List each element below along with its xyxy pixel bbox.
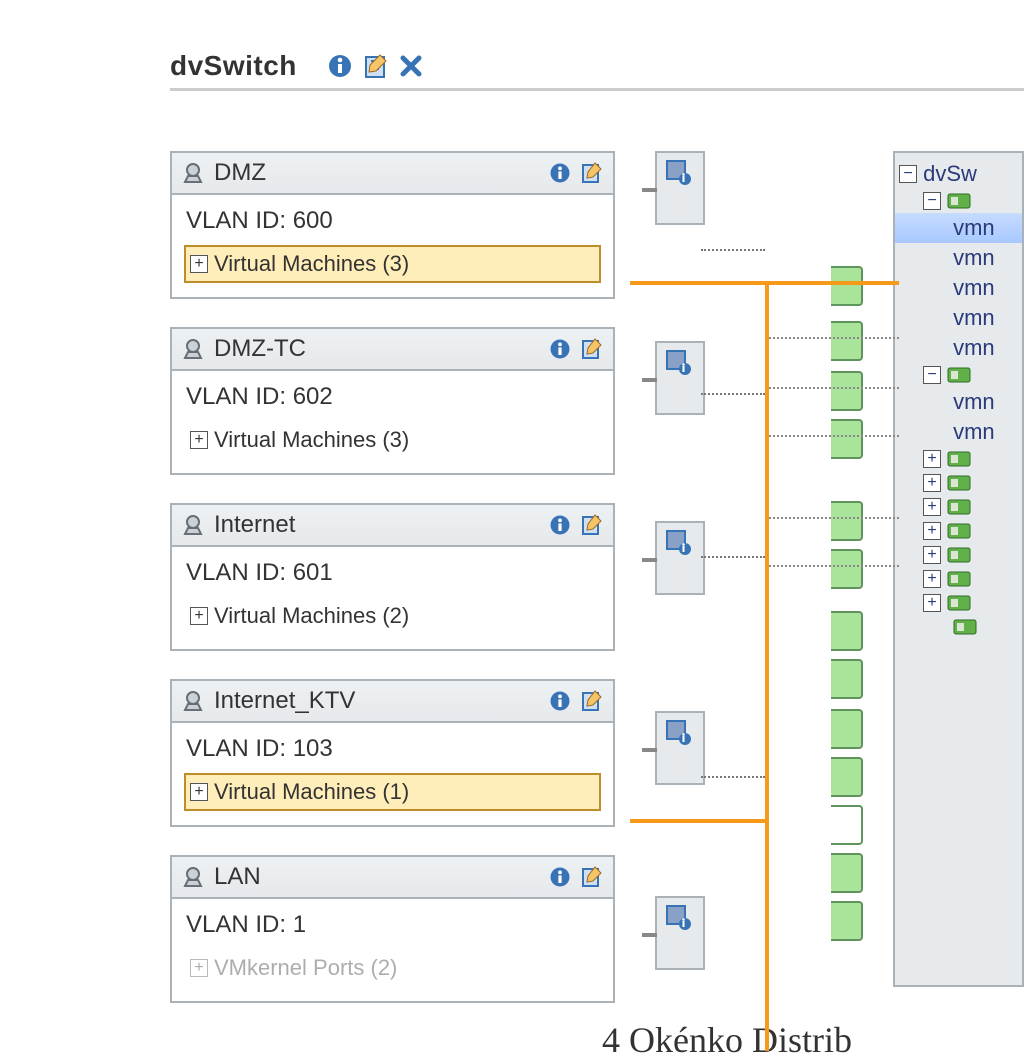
nic-icon: [947, 449, 973, 469]
vm-label: Virtual Machines (3): [214, 427, 409, 453]
tree-node[interactable]: +: [895, 471, 1022, 495]
topology-header: dvSwitch: [170, 50, 1024, 91]
tree-node[interactable]: vmn: [895, 243, 1022, 273]
tree-node[interactable]: vmn: [895, 213, 1022, 243]
vlan-label: VLAN ID: 601: [186, 559, 601, 587]
expand-icon[interactable]: +: [923, 474, 941, 492]
tree-node[interactable]: vmn: [895, 273, 1022, 303]
tree-node[interactable]: +: [895, 567, 1022, 591]
collapse-icon[interactable]: −: [923, 192, 941, 210]
portgroup-list: DMZ VLAN ID: 600 + Virtual Machines (3) …: [170, 151, 615, 1031]
tree-node[interactable]: −: [895, 363, 1022, 387]
expand-icon[interactable]: +: [923, 570, 941, 588]
vm-row[interactable]: + Virtual Machines (3): [184, 245, 601, 283]
expand-icon[interactable]: +: [190, 255, 208, 273]
edit-icon[interactable]: [581, 866, 603, 888]
portgroup-icon: [182, 162, 204, 184]
nic-icon: [947, 593, 973, 613]
vm-label: Virtual Machines (3): [214, 251, 409, 277]
expand-icon[interactable]: +: [190, 431, 208, 449]
portgroup-card: DMZ-TC VLAN ID: 602 + Virtual Machines (…: [170, 327, 615, 475]
vm-label: VMkernel Ports (2): [214, 955, 397, 981]
info-icon[interactable]: [549, 514, 571, 536]
host-proxy-icon[interactable]: [665, 159, 691, 185]
portgroup-card: Internet VLAN ID: 601 + Virtual Machines…: [170, 503, 615, 651]
nic-icon: [947, 473, 973, 493]
info-icon[interactable]: [549, 338, 571, 360]
portgroup-icon: [182, 514, 204, 536]
host-proxy-icon[interactable]: [665, 719, 691, 745]
tree-root[interactable]: −dvSw: [895, 159, 1022, 189]
expand-icon[interactable]: +: [923, 594, 941, 612]
expand-icon[interactable]: +: [923, 522, 941, 540]
edit-icon[interactable]: [581, 690, 603, 712]
edit-icon[interactable]: [581, 338, 603, 360]
switch-title: dvSwitch: [170, 50, 297, 82]
tree-node[interactable]: vmn: [895, 333, 1022, 363]
portgroup-name: DMZ-TC: [214, 335, 539, 363]
vm-label: Virtual Machines (2): [214, 603, 409, 629]
vlan-label: VLAN ID: 600: [186, 207, 601, 235]
tree-node[interactable]: +: [895, 447, 1022, 471]
nic-icon: [953, 617, 979, 637]
nic-icon: [947, 365, 973, 385]
expand-icon[interactable]: +: [923, 498, 941, 516]
delete-icon[interactable]: [399, 54, 423, 78]
portgroup-name: DMZ: [214, 159, 539, 187]
edit-icon[interactable]: [581, 162, 603, 184]
portgroup-name: Internet_KTV: [214, 687, 539, 715]
nic-icon: [947, 569, 973, 589]
vm-row[interactable]: + Virtual Machines (2): [184, 597, 601, 635]
portgroup-icon: [182, 866, 204, 888]
host-proxy-icon[interactable]: [665, 529, 691, 555]
topology-links: [645, 151, 863, 1011]
tree-node[interactable]: vmn: [895, 303, 1022, 333]
tree-node[interactable]: vmn: [895, 387, 1022, 417]
vlan-label: VLAN ID: 103: [186, 735, 601, 763]
vm-row[interactable]: + Virtual Machines (1): [184, 773, 601, 811]
tree-node[interactable]: +: [895, 495, 1022, 519]
tree-node[interactable]: vmn: [895, 417, 1022, 447]
vlan-label: VLAN ID: 602: [186, 383, 601, 411]
info-icon[interactable]: [327, 53, 353, 79]
portgroup-name: LAN: [214, 863, 539, 891]
portgroup-name: Internet: [214, 511, 539, 539]
nic-icon: [947, 521, 973, 541]
portgroup-icon: [182, 690, 204, 712]
collapse-icon[interactable]: −: [899, 165, 917, 183]
tree-node[interactable]: +: [895, 543, 1022, 567]
edit-icon[interactable]: [363, 53, 389, 79]
portgroup-card: DMZ VLAN ID: 600 + Virtual Machines (3): [170, 151, 615, 299]
expand-icon[interactable]: +: [190, 607, 208, 625]
host-proxy-icon[interactable]: [665, 349, 691, 375]
expand-icon[interactable]: +: [923, 450, 941, 468]
expand-icon[interactable]: +: [923, 546, 941, 564]
vm-row[interactable]: + Virtual Machines (3): [184, 421, 601, 459]
vm-row[interactable]: + VMkernel Ports (2): [184, 949, 601, 987]
nic-icon: [947, 191, 973, 211]
expand-icon[interactable]: +: [190, 783, 208, 801]
nic-icon: [947, 545, 973, 565]
edit-icon[interactable]: [581, 514, 603, 536]
host-proxy-icon[interactable]: [665, 904, 691, 930]
tree-node[interactable]: −: [895, 189, 1022, 213]
info-icon[interactable]: [549, 866, 571, 888]
portgroup-card: LAN VLAN ID: 1 + VMkernel Ports (2): [170, 855, 615, 1003]
tree-node[interactable]: +: [895, 591, 1022, 615]
info-icon[interactable]: [549, 690, 571, 712]
nic-icon: [947, 497, 973, 517]
vlan-label: VLAN ID: 1: [186, 911, 601, 939]
portgroup-icon: [182, 338, 204, 360]
vm-label: Virtual Machines (1): [214, 779, 409, 805]
tree-node[interactable]: [895, 615, 1022, 639]
expand-icon[interactable]: +: [190, 959, 208, 977]
tree-node[interactable]: +: [895, 519, 1022, 543]
collapse-icon[interactable]: −: [923, 366, 941, 384]
portgroup-card: Internet_KTV VLAN ID: 103 + Virtual Mach…: [170, 679, 615, 827]
info-icon[interactable]: [549, 162, 571, 184]
uplink-panel: −dvSw − vmn vmn vmn vmn vmn − vmn vmn + …: [893, 151, 1024, 987]
